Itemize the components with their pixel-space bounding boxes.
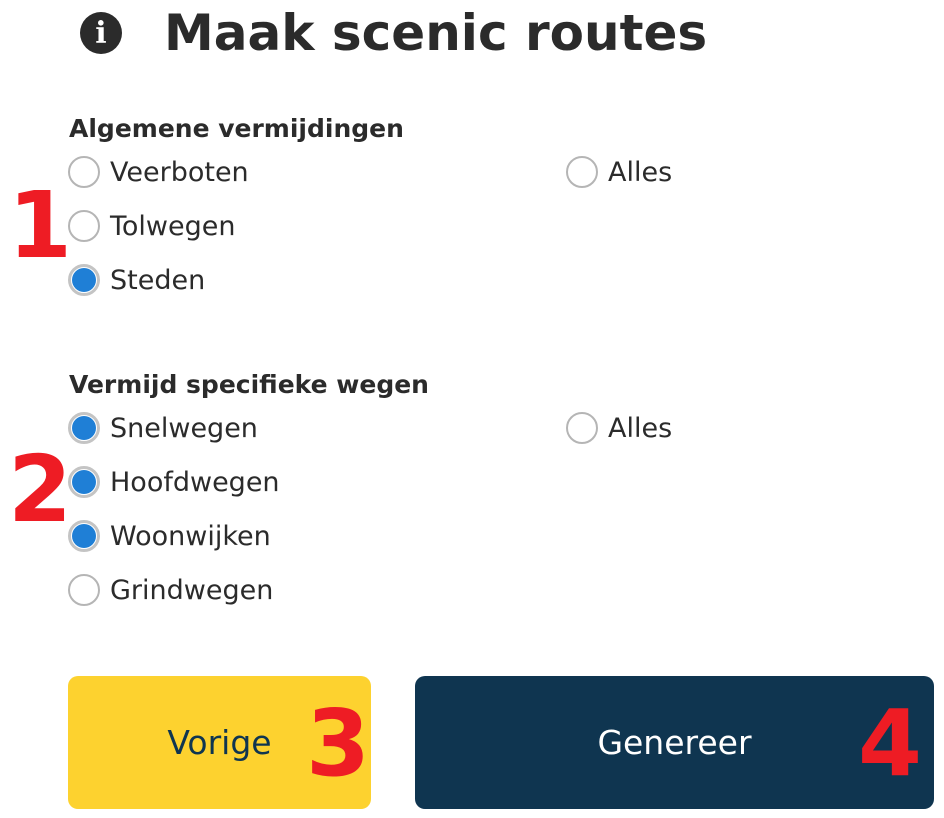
radio-label: Grindwegen	[110, 574, 274, 606]
radio-label: Alles	[608, 412, 673, 444]
radio-woonwijken[interactable]: Woonwijken	[68, 517, 271, 555]
radio-hoofdwegen[interactable]: Hoofdwegen	[68, 463, 280, 501]
annotation-1: 1	[8, 172, 73, 279]
radio-label: Veerboten	[110, 156, 249, 188]
radio-circle-checked[interactable]	[68, 264, 100, 296]
radio-alles-specific[interactable]: Alles	[566, 409, 672, 447]
radio-circle-checked[interactable]	[68, 412, 100, 444]
radio-circle-checked[interactable]	[68, 466, 100, 498]
annotation-3: 3	[306, 690, 371, 797]
radio-snelwegen[interactable]: Snelwegen	[68, 409, 258, 447]
page-header: i Maak scenic routes	[80, 0, 707, 66]
radio-circle[interactable]	[68, 210, 100, 242]
radio-circle[interactable]	[566, 156, 598, 188]
info-icon[interactable]: i	[80, 12, 122, 54]
radio-circle[interactable]	[68, 574, 100, 606]
radio-label: Snelwegen	[110, 412, 258, 444]
radio-steden[interactable]: Steden	[68, 261, 205, 299]
generate-button-label: Genereer	[597, 723, 752, 762]
radio-label: Alles	[608, 156, 673, 188]
radio-circle[interactable]	[566, 412, 598, 444]
radio-label: Steden	[110, 264, 206, 296]
radio-alles-general[interactable]: Alles	[566, 153, 672, 191]
radio-tolwegen[interactable]: Tolwegen	[68, 207, 235, 245]
generate-button[interactable]: Genereer	[415, 676, 934, 809]
general-avoidances-heading: Algemene vermijdingen	[69, 114, 404, 143]
annotation-2: 2	[8, 436, 73, 543]
radio-grindwegen[interactable]: Grindwegen	[68, 571, 273, 609]
previous-button-label: Vorige	[167, 723, 272, 762]
annotation-4: 4	[858, 690, 923, 797]
radio-label: Woonwijken	[110, 520, 271, 552]
radio-circle-checked[interactable]	[68, 520, 100, 552]
radio-circle[interactable]	[68, 156, 100, 188]
page-title: Maak scenic routes	[164, 4, 708, 62]
specific-roads-heading: Vermijd specifieke wegen	[69, 370, 429, 399]
radio-label: Tolwegen	[110, 210, 236, 242]
radio-label: Hoofdwegen	[110, 466, 280, 498]
radio-veerboten[interactable]: Veerboten	[68, 153, 249, 191]
